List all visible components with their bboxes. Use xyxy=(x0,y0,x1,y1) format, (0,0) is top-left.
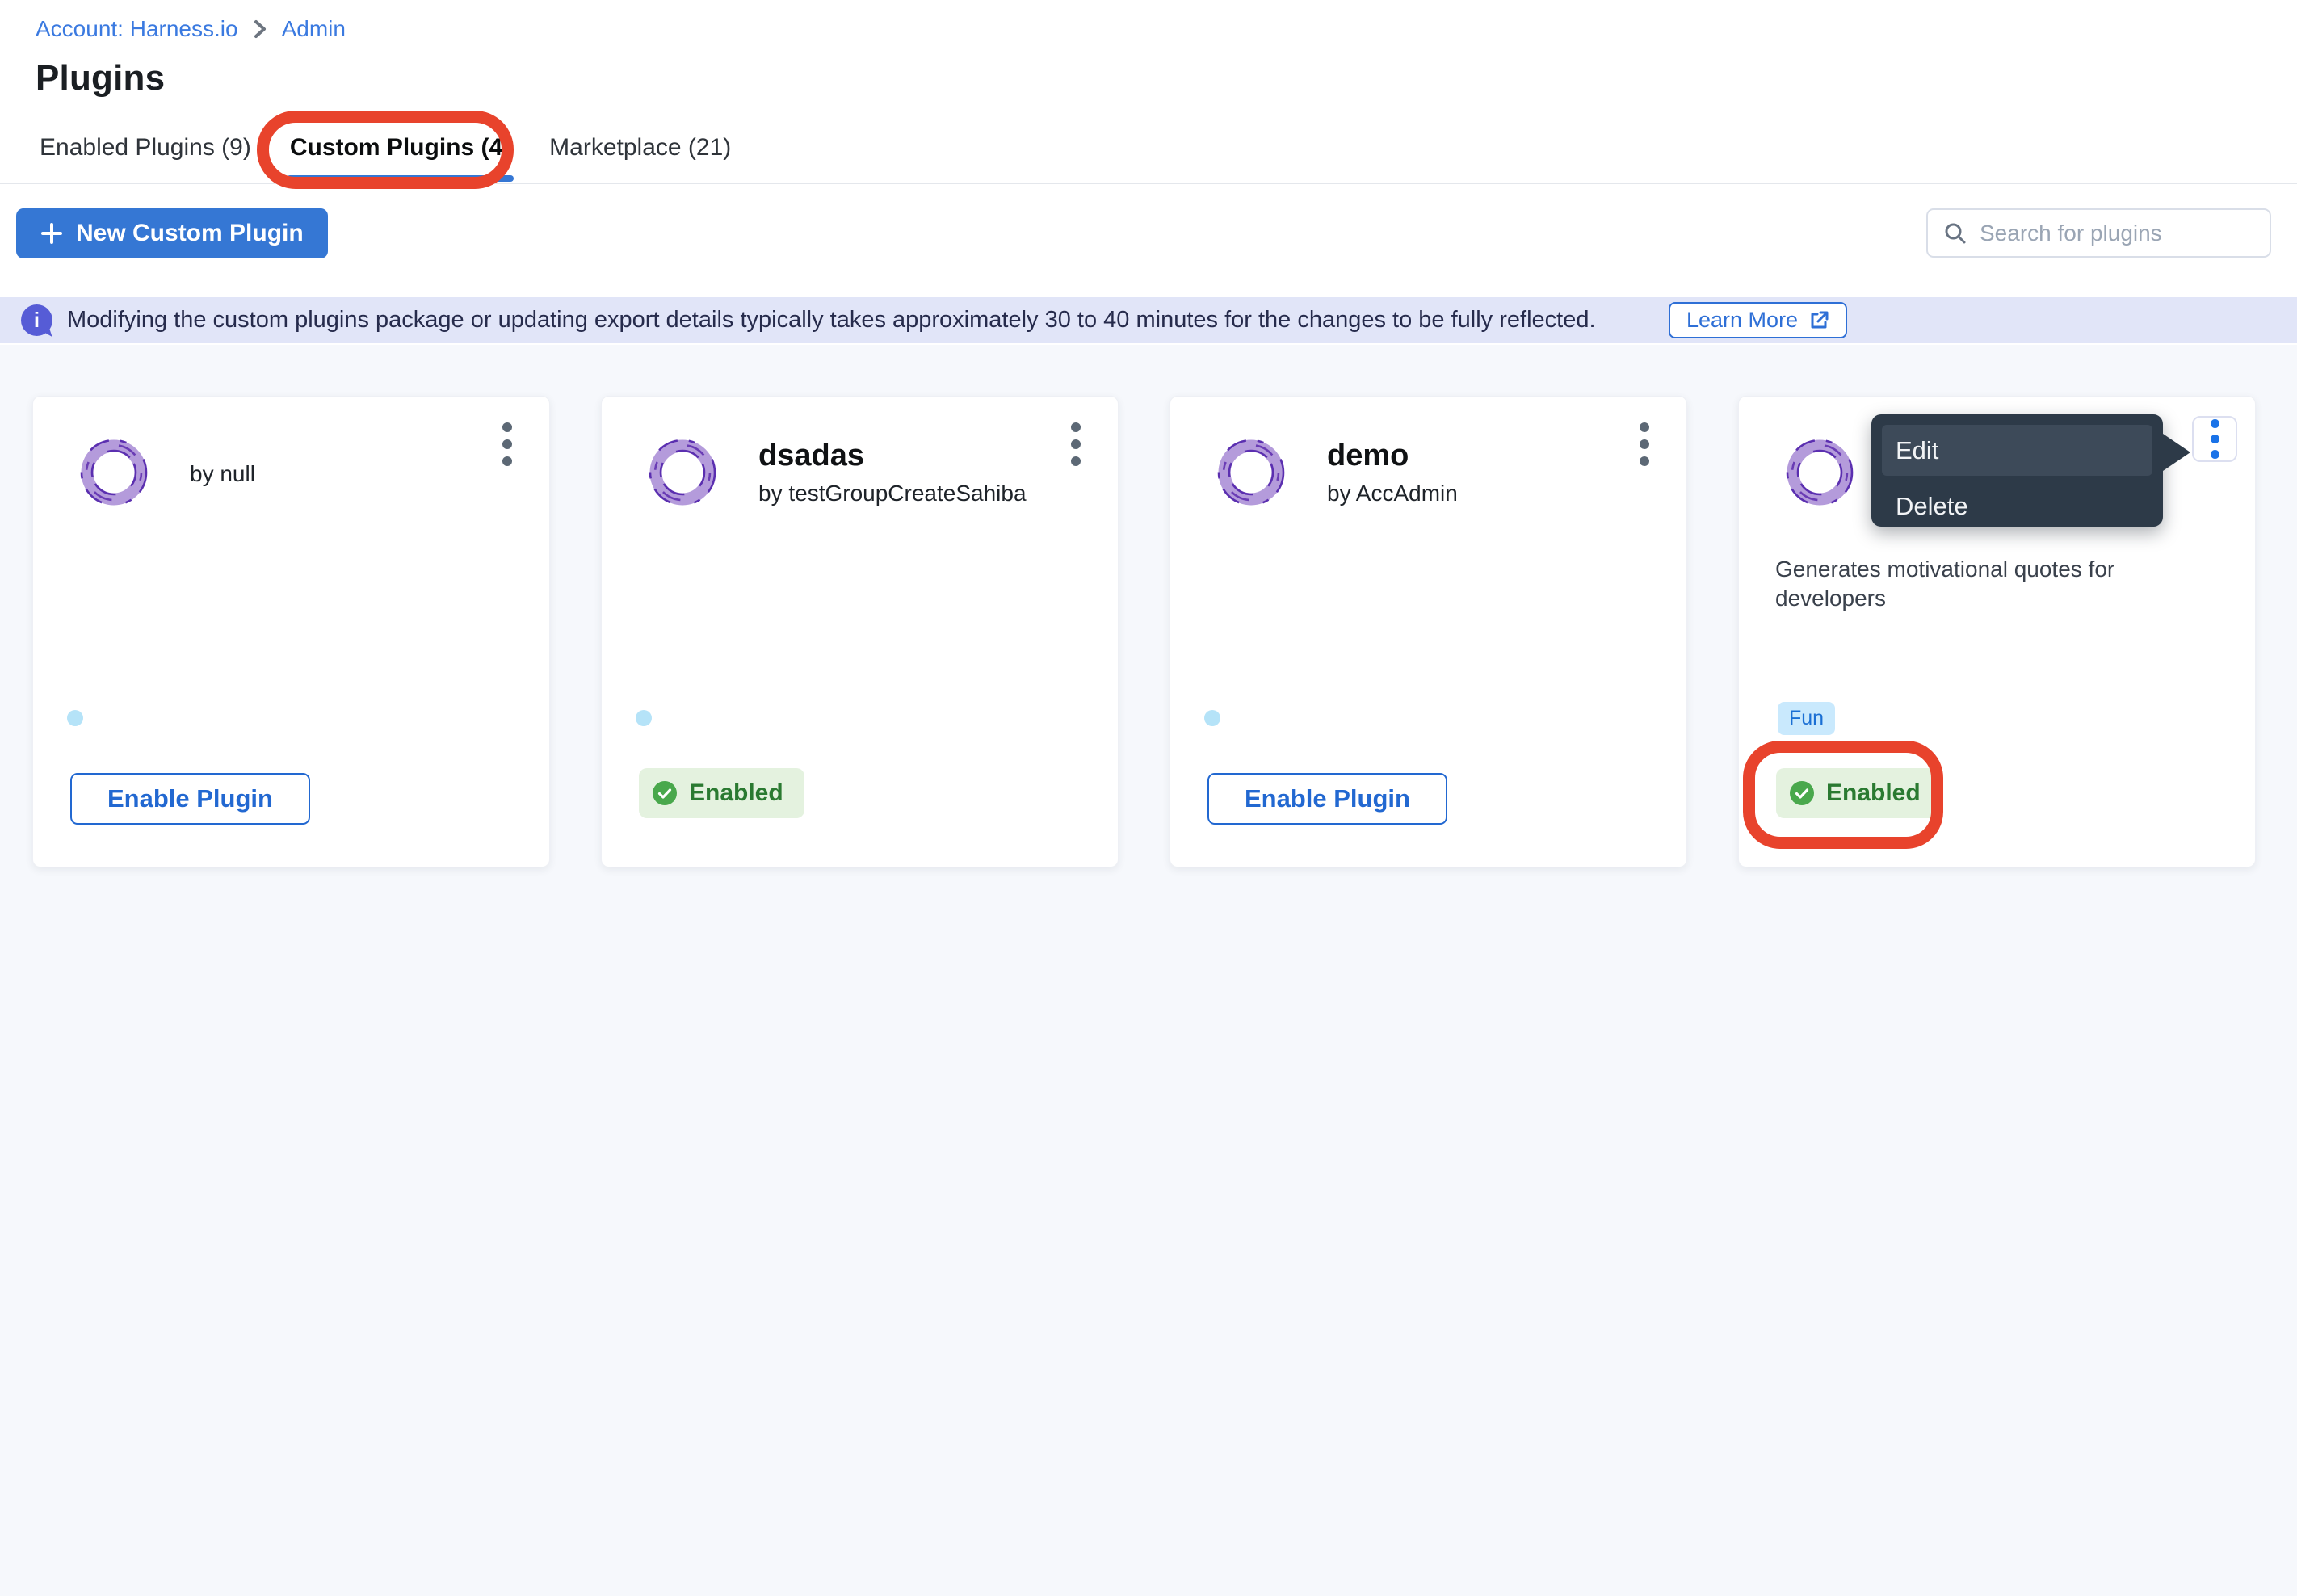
plugin-logo-icon xyxy=(75,434,153,511)
plugin-byline: by null xyxy=(190,461,255,487)
new-custom-plugin-button[interactable]: New Custom Plugin xyxy=(16,208,328,258)
chevron-right-icon xyxy=(251,19,269,40)
plugin-logo-icon xyxy=(644,434,721,511)
external-link-icon xyxy=(1808,310,1829,331)
enabled-badge: Enabled xyxy=(639,768,804,818)
info-banner: i Modifying the custom plugins package o… xyxy=(0,297,2297,343)
plugin-byline: by testGroupCreateSahiba xyxy=(758,481,1027,506)
kebab-menu-button-active[interactable] xyxy=(2192,416,2237,462)
active-tab-underline xyxy=(287,175,514,182)
plugin-title: demo xyxy=(1327,439,1409,473)
kebab-menu-icon[interactable] xyxy=(498,418,517,471)
tabs-divider xyxy=(0,183,2297,184)
card-context-menu: Edit Delete xyxy=(1871,414,2163,527)
enabled-badge: Enabled xyxy=(1776,768,1942,818)
breadcrumb-account-link[interactable]: Account: Harness.io xyxy=(36,16,238,42)
menu-item-edit[interactable]: Edit xyxy=(1882,425,2152,476)
check-circle-icon xyxy=(652,780,678,806)
learn-more-button[interactable]: Learn More xyxy=(1669,302,1847,338)
plugin-title: dsadas xyxy=(758,439,864,473)
search-input[interactable] xyxy=(1980,220,2271,246)
version-dot xyxy=(636,710,652,726)
version-dot xyxy=(67,710,83,726)
enable-plugin-button[interactable]: Enable Plugin xyxy=(70,773,310,825)
tab-custom-plugins[interactable]: Custom Plugins (4) xyxy=(290,128,510,179)
tab-enabled-plugins[interactable]: Enabled Plugins (9) xyxy=(40,128,251,179)
category-tag: Fun xyxy=(1778,702,1835,735)
check-circle-icon xyxy=(1789,780,1815,806)
page-title: Plugins xyxy=(36,58,165,99)
version-dot xyxy=(1204,710,1220,726)
plugin-card-null: by null Enable Plugin xyxy=(32,396,550,867)
plus-icon xyxy=(40,222,63,245)
plugin-byline: by AccAdmin xyxy=(1327,481,1458,506)
plugin-search xyxy=(1926,208,2271,258)
tab-marketplace[interactable]: Marketplace (21) xyxy=(549,128,731,179)
plugin-card-dsadas: dsadas by testGroupCreateSahiba Enabled xyxy=(601,396,1119,867)
breadcrumb-admin-link[interactable]: Admin xyxy=(282,16,346,42)
menu-item-delete[interactable]: Delete xyxy=(1871,481,2163,531)
kebab-menu-icon[interactable] xyxy=(1066,418,1086,471)
tab-bar: Enabled Plugins (9) Custom Plugins (4) M… xyxy=(40,128,731,179)
kebab-menu-icon[interactable] xyxy=(1635,418,1654,471)
plugin-card-demo: demo by AccAdmin Enable Plugin xyxy=(1169,396,1687,867)
plugin-logo-icon xyxy=(1781,434,1858,511)
plugin-logo-icon xyxy=(1212,434,1290,511)
search-icon xyxy=(1942,220,1968,246)
banner-text: Modifying the custom plugins package or … xyxy=(67,307,1596,334)
breadcrumb: Account: Harness.io Admin xyxy=(36,16,346,42)
plugin-description: Generates motivational quotes for develo… xyxy=(1775,555,2224,614)
enable-plugin-button[interactable]: Enable Plugin xyxy=(1207,773,1447,825)
page-header: Account: Harness.io Admin Plugins Enable… xyxy=(0,0,2297,345)
plugins-page: Account: Harness.io Admin Plugins Enable… xyxy=(0,0,2297,1596)
info-icon: i xyxy=(21,304,52,336)
